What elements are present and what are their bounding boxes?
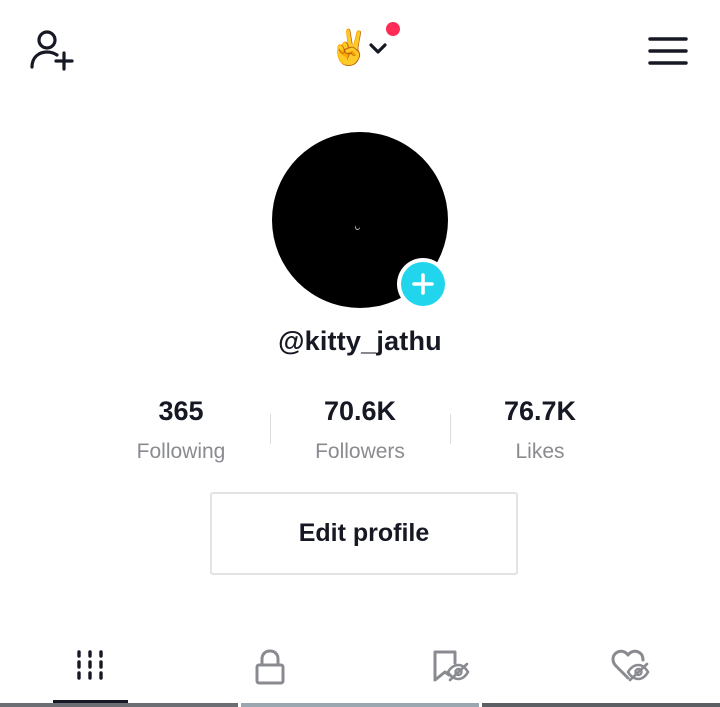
tab-saved[interactable] <box>360 636 540 702</box>
followers-label: Followers <box>315 440 405 463</box>
add-friend-button[interactable] <box>26 27 78 75</box>
grid-icon <box>77 650 103 680</box>
username: @kitty_jathu <box>278 326 442 356</box>
following-stat[interactable]: 365 Following <box>101 393 261 465</box>
likes-count: 76.7K <box>503 396 577 426</box>
edit-profile-button[interactable]: Edit profile <box>210 492 518 575</box>
bookmark-hidden-icon <box>433 650 470 682</box>
tab-videos[interactable] <box>0 636 180 702</box>
video-grid-preview <box>0 703 720 707</box>
heart-hidden-icon <box>611 649 650 682</box>
menu-icon <box>648 37 688 65</box>
stat-divider <box>450 414 451 444</box>
following-label: Following <box>136 440 226 463</box>
following-count: 365 <box>158 396 204 426</box>
tab-private[interactable] <box>180 636 360 702</box>
likes-label: Likes <box>515 440 565 463</box>
video-thumbnail[interactable] <box>0 703 238 707</box>
chevron-down-icon <box>369 43 387 54</box>
add-friend-icon <box>30 30 74 71</box>
followers-stat[interactable]: 70.6K Followers <box>280 393 440 465</box>
followers-count: 70.6K <box>323 396 397 426</box>
video-thumbnail[interactable] <box>241 703 479 707</box>
tab-liked[interactable] <box>540 636 720 702</box>
stat-divider <box>270 414 271 444</box>
likes-stat[interactable]: 76.7K Likes <box>460 393 620 465</box>
video-thumbnail[interactable] <box>482 703 720 707</box>
menu-button[interactable] <box>646 34 690 68</box>
lock-icon <box>255 649 285 685</box>
avatar-add-badge <box>401 262 445 306</box>
profile-tabs <box>0 636 720 707</box>
account-switcher[interactable]: ✌️ <box>326 22 406 72</box>
plus-icon <box>412 273 434 295</box>
notification-dot <box>386 22 400 36</box>
change-avatar-button[interactable] <box>397 258 449 310</box>
account-emoji: ✌️ <box>328 28 371 68</box>
